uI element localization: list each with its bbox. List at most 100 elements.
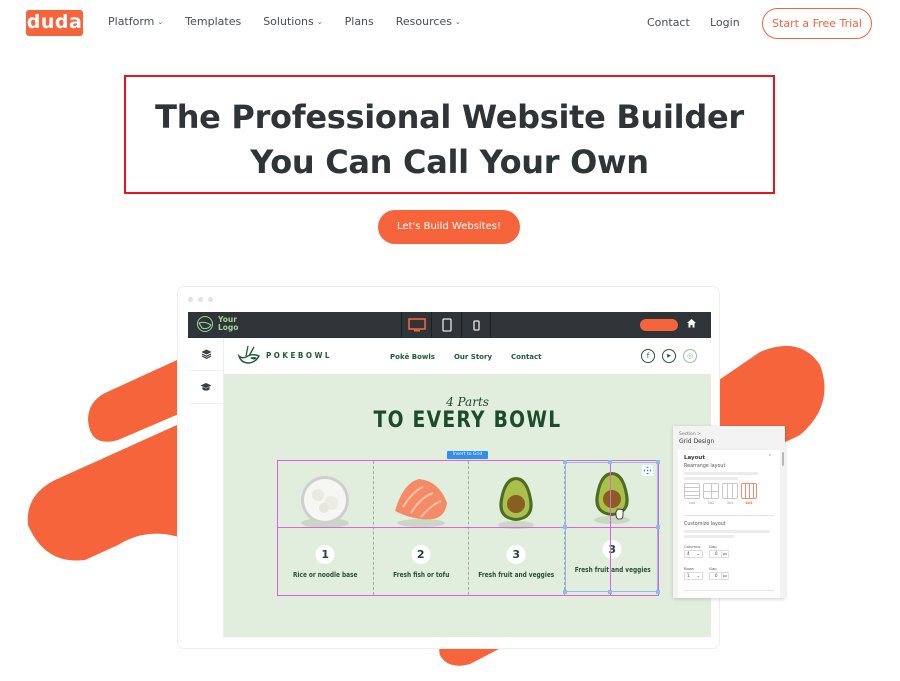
divider <box>684 515 774 516</box>
site-link-contact[interactable]: Contact <box>511 353 542 361</box>
section-script-heading: 4 Parts <box>446 395 489 409</box>
nav-item-templates[interactable]: Templates <box>185 15 241 28</box>
layout-option-label: 1x4 <box>688 501 696 505</box>
row-gap-input[interactable]: 0 px <box>709 572 729 580</box>
deco-shape-left-large <box>27 420 189 561</box>
collapse-chevron-icon[interactable]: ⌃ <box>768 454 772 460</box>
section-heading: TO EVERY BOWL <box>373 408 562 433</box>
step-number: 3 <box>506 545 526 564</box>
layout-options: 1x4 2x2 3x1 4x1 <box>684 483 757 505</box>
nav-item-resources[interactable]: Resources ⌄ <box>396 15 461 28</box>
rice-bowl-image <box>301 476 350 528</box>
layout-option-label: 2x2 <box>707 501 715 505</box>
columns-3-icon <box>722 483 738 499</box>
divider <box>684 590 774 591</box>
layout-section-heading: Layout <box>684 455 705 461</box>
layout-option-3x1[interactable]: 3x1 <box>722 483 738 505</box>
panel-breadcrumb[interactable]: Section > <box>679 432 701 437</box>
rows-layout-icon <box>684 483 700 499</box>
chevron-down-icon: ⌄ <box>316 17 323 26</box>
grid-design-panel: Section > Grid Design Layout ⌃ Rearrange… <box>673 426 785 598</box>
placeholder-line <box>684 477 738 480</box>
pokebowl-logo-icon <box>237 345 260 364</box>
nav-item-label: Plans <box>344 15 374 28</box>
customize-layout-label: Customize layout <box>684 522 726 527</box>
resize-handle[interactable] <box>656 590 660 594</box>
resize-handle[interactable] <box>563 590 567 594</box>
instagram-icon[interactable]: ◎ <box>683 349 697 363</box>
placeholder-line <box>684 535 734 538</box>
mobile-view-button[interactable] <box>461 312 491 338</box>
resize-handle[interactable] <box>608 460 612 464</box>
desktop-icon <box>407 318 426 332</box>
mobile-icon <box>472 319 480 331</box>
nav-item-label: Solutions <box>263 15 314 28</box>
resize-handle[interactable] <box>656 460 660 464</box>
window-dots <box>188 297 213 302</box>
resize-handle[interactable] <box>656 525 660 529</box>
nav-item-plans[interactable]: Plans <box>345 15 374 28</box>
site-link-our-story[interactable]: Our Story <box>454 353 492 361</box>
selected-cell-outline <box>565 462 658 592</box>
lets-build-websites-button[interactable]: Let's Build Websites! <box>378 210 520 244</box>
resize-handle[interactable] <box>563 460 567 464</box>
hero-title: The Professional Website Builder You Can… <box>124 95 775 185</box>
rows-select[interactable]: 1 ⌄ <box>684 572 703 580</box>
layout-section: Layout ⌃ Rearrange layout 1x4 2x2 3x1 4x… <box>678 450 780 598</box>
layout-option-2x2[interactable]: 2x2 <box>703 483 719 505</box>
nav-item-label: Templates <box>185 15 242 28</box>
chevron-down-icon: ⌄ <box>696 573 700 578</box>
editor-logo-text: Your Logo <box>218 315 239 332</box>
facebook-icon[interactable]: f <box>641 349 655 363</box>
placeholder-line <box>684 472 758 475</box>
nav-item-platform[interactable]: Platform ⌄ <box>108 15 163 28</box>
resize-handle[interactable] <box>608 590 612 594</box>
graduation-cap-icon <box>200 383 212 391</box>
editor-sidebar <box>188 338 224 637</box>
step-caption: Fresh fish or tofu <box>392 571 449 579</box>
move-handle[interactable] <box>642 465 653 476</box>
nav-item-label: Resources <box>395 15 452 28</box>
desktop-view-button[interactable] <box>401 312 431 338</box>
step-caption: Rice or noodle base <box>293 571 358 579</box>
layout-option-4x1[interactable]: 4x1 <box>741 483 757 505</box>
insert-to-grid-tag[interactable]: Insert to Grid <box>447 451 488 459</box>
main-nav: Platform ⌄ Templates Solutions ⌄ Plans R… <box>108 15 483 28</box>
resize-handle[interactable] <box>563 525 567 529</box>
grab-cursor-icon <box>615 508 624 520</box>
editor-mockup: Your Logo POKEBOWL Pokē Bowls Our Story … <box>178 287 719 648</box>
layers-icon <box>201 349 211 359</box>
step-caption: Fresh fruit and veggies <box>478 571 555 579</box>
deco-shape-left-small <box>88 355 188 442</box>
tablet-view-button[interactable] <box>431 312 461 338</box>
pokebowl-logo[interactable]: POKEBOWL <box>236 344 332 366</box>
avocado-image <box>498 477 535 529</box>
move-arrows-icon <box>643 466 652 475</box>
tablet-icon <box>441 318 452 332</box>
columns-4-icon <box>741 483 757 499</box>
nav-item-label: Platform <box>108 15 155 28</box>
login-link[interactable]: Login <box>710 16 740 29</box>
home-icon[interactable] <box>686 318 697 329</box>
step-number: 1 <box>315 545 335 564</box>
layout-option-1x4[interactable]: 1x4 <box>684 483 700 505</box>
duda-logo[interactable]: duda <box>26 10 83 36</box>
nav-item-solutions[interactable]: Solutions ⌄ <box>263 15 322 28</box>
columns-label: Columns <box>684 544 701 549</box>
learn-button[interactable] <box>188 371 224 404</box>
placeholder-line <box>684 530 770 533</box>
panel-scrollbar[interactable] <box>782 452 784 466</box>
layers-button[interactable] <box>188 338 224 371</box>
contact-link[interactable]: Contact <box>647 16 690 29</box>
columns-select[interactable]: 4 ⌄ <box>684 550 703 558</box>
layout-option-label: 3x1 <box>726 501 734 505</box>
column-gap-input[interactable]: 0 px <box>709 550 729 558</box>
bowl-logo-icon <box>197 316 213 332</box>
step-number: 2 <box>411 545 431 564</box>
site-link-poke-bowls[interactable]: Pokē Bowls <box>390 353 435 361</box>
youtube-icon[interactable]: ▶ <box>662 349 676 363</box>
chevron-down-icon: ⌄ <box>696 551 700 556</box>
publish-button[interactable] <box>640 319 678 331</box>
start-free-trial-button[interactable]: Start a Free Trial <box>762 8 872 39</box>
hero-title-line2: You Can Call Your Own <box>250 143 649 181</box>
